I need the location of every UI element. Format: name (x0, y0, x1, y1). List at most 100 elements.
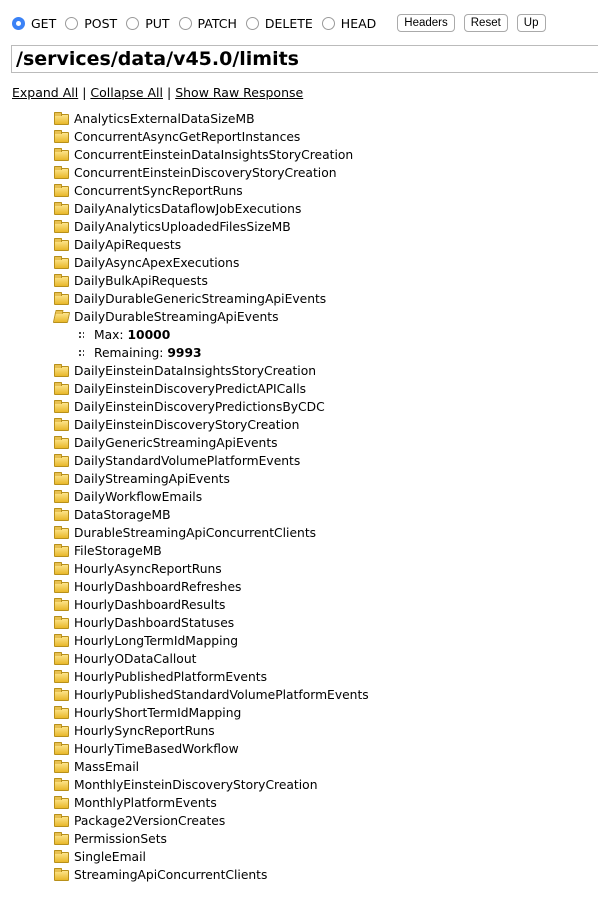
tree-node-label[interactable]: HourlyDashboardResults (74, 598, 225, 612)
tree-node-label[interactable]: HourlyDashboardStatuses (74, 616, 234, 630)
tree-node[interactable]: MonthlyEinsteinDiscoveryStoryCreation (54, 776, 369, 794)
tree-node[interactable]: DailyAnalyticsUploadedFilesSizeMB (54, 218, 369, 236)
tree-node-label[interactable]: DurableStreamingApiConcurrentClients (74, 526, 316, 540)
collapse-all-link[interactable]: Collapse All (90, 85, 163, 100)
tree-node-label[interactable]: HourlyDashboardRefreshes (74, 580, 241, 594)
reset-button[interactable]: Reset (463, 14, 508, 32)
tree-node-label[interactable]: DailyStandardVolumePlatformEvents (74, 454, 300, 468)
tree-node-label[interactable]: HourlyPublishedStandardVolumePlatformEve… (74, 688, 369, 702)
tree-node[interactable]: ConcurrentEinsteinDataInsightsStoryCreat… (54, 146, 369, 164)
tree-node-label[interactable]: DailyDurableGenericStreamingApiEvents (74, 292, 326, 306)
tree-node-label[interactable]: DailyEinsteinDiscoveryPredictionsByCDC (74, 400, 325, 414)
method-put-radio[interactable]: PUT (126, 16, 170, 31)
headers-button[interactable]: Headers (397, 14, 455, 32)
radio-button[interactable] (126, 16, 140, 30)
tree-node-label[interactable]: DailyAsyncApexExecutions (74, 256, 239, 270)
tree-node-label[interactable]: HourlyLongTermIdMapping (74, 634, 238, 648)
method-patch-radio[interactable]: PATCH (178, 16, 237, 31)
tree-node[interactable]: DailyStandardVolumePlatformEvents (54, 452, 369, 470)
tree-node[interactable]: DailyDurableGenericStreamingApiEvents (54, 290, 369, 308)
tree-node[interactable]: HourlyPublishedStandardVolumePlatformEve… (54, 686, 369, 704)
tree-node-label[interactable]: AnalyticsExternalDataSizeMB (74, 112, 255, 126)
tree-node[interactable]: DailyGenericStreamingApiEvents (54, 434, 369, 452)
tree-node[interactable]: HourlyAsyncReportRuns (54, 560, 369, 578)
tree-node-label[interactable]: StreamingApiConcurrentClients (74, 868, 267, 882)
tree-node[interactable]: DailyAsyncApexExecutions (54, 254, 369, 272)
tree-node-label[interactable]: DailyWorkflowEmails (74, 490, 202, 504)
tree-node-label[interactable]: ConcurrentEinsteinDataInsightsStoryCreat… (74, 148, 353, 162)
method-delete-radio[interactable]: DELETE (245, 16, 313, 31)
tree-node[interactable]: HourlyDashboardResults (54, 596, 369, 614)
tree-node-label[interactable]: ConcurrentEinsteinDiscoveryStoryCreation (74, 166, 337, 180)
tree-node[interactable]: DailyEinsteinDiscoveryStoryCreation (54, 416, 369, 434)
tree-node-label[interactable]: HourlyPublishedPlatformEvents (74, 670, 267, 684)
tree-node[interactable]: ConcurrentAsyncGetReportInstances (54, 128, 369, 146)
tree-node-label[interactable]: DailyEinsteinDiscoveryPredictAPICalls (74, 382, 306, 396)
tree-node[interactable]: HourlyDashboardStatuses (54, 614, 369, 632)
tree-node[interactable]: FileStorageMB (54, 542, 369, 560)
tree-node-label[interactable]: MonthlyEinsteinDiscoveryStoryCreation (74, 778, 317, 792)
tree-node[interactable]: StreamingApiConcurrentClients (54, 866, 369, 884)
tree-node-label[interactable]: DailyGenericStreamingApiEvents (74, 436, 278, 450)
tree-node[interactable]: HourlyTimeBasedWorkflow (54, 740, 369, 758)
tree-node[interactable]: HourlySyncReportRuns (54, 722, 369, 740)
up-button[interactable]: Up (516, 14, 546, 32)
tree-node-label[interactable]: ConcurrentSyncReportRuns (74, 184, 243, 198)
tree-node-label[interactable]: DailyStreamingApiEvents (74, 472, 230, 486)
tree-node-label[interactable]: DailyAnalyticsUploadedFilesSizeMB (74, 220, 291, 234)
tree-node[interactable]: MonthlyPlatformEvents (54, 794, 369, 812)
method-post-radio[interactable]: POST (65, 16, 117, 31)
tree-node-label[interactable]: ConcurrentAsyncGetReportInstances (74, 130, 300, 144)
tree-node-label[interactable]: PermissionSets (74, 832, 167, 846)
tree-node[interactable]: PermissionSets (54, 830, 369, 848)
url-input[interactable] (11, 45, 598, 73)
tree-node[interactable]: DailyApiRequests (54, 236, 369, 254)
radio-button[interactable] (65, 16, 79, 30)
expand-all-link[interactable]: Expand All (12, 85, 78, 100)
tree-node[interactable]: MassEmail (54, 758, 369, 776)
tree-node[interactable]: HourlyPublishedPlatformEvents (54, 668, 369, 686)
tree-node-label[interactable]: DailyApiRequests (74, 238, 181, 252)
tree-node-label[interactable]: MassEmail (74, 760, 139, 774)
tree-node[interactable]: HourlyShortTermIdMapping (54, 704, 369, 722)
tree-node-label[interactable]: DailyAnalyticsDataflowJobExecutions (74, 202, 301, 216)
tree-node[interactable]: SingleEmail (54, 848, 369, 866)
tree-node-label[interactable]: DataStorageMB (74, 508, 171, 522)
tree-node[interactable]: DurableStreamingApiConcurrentClients (54, 524, 369, 542)
tree-node[interactable]: DailyWorkflowEmails (54, 488, 369, 506)
show-raw-response-link[interactable]: Show Raw Response (175, 85, 303, 100)
tree-node[interactable]: DailyBulkApiRequests (54, 272, 369, 290)
method-head-radio[interactable]: HEAD (321, 16, 376, 31)
tree-node[interactable]: DailyEinsteinDiscoveryPredictAPICalls (54, 380, 369, 398)
method-get-radio[interactable]: GET (12, 16, 56, 31)
tree-node[interactable]: HourlyDashboardRefreshes (54, 578, 369, 596)
tree-node[interactable]: DailyEinsteinDiscoveryPredictionsByCDC (54, 398, 369, 416)
radio-button[interactable] (12, 16, 25, 30)
tree-node[interactable]: HourlyLongTermIdMapping (54, 632, 369, 650)
radio-button[interactable] (178, 16, 192, 30)
tree-node-label[interactable]: Package2VersionCreates (74, 814, 225, 828)
tree-node-label[interactable]: DailyDurableStreamingApiEvents (74, 310, 279, 324)
tree-node-label[interactable]: HourlySyncReportRuns (74, 724, 215, 738)
tree-node-label[interactable]: HourlyODataCallout (74, 652, 196, 666)
tree-node[interactable]: DataStorageMB (54, 506, 369, 524)
radio-button[interactable] (321, 16, 335, 30)
tree-node[interactable]: DailyDurableStreamingApiEvents (52, 308, 369, 326)
tree-node[interactable]: ConcurrentSyncReportRuns (54, 182, 369, 200)
tree-node-label[interactable]: HourlyTimeBasedWorkflow (74, 742, 239, 756)
tree-node[interactable]: DailyAnalyticsDataflowJobExecutions (54, 200, 369, 218)
tree-node-label[interactable]: DailyEinsteinDiscoveryStoryCreation (74, 418, 299, 432)
tree-node-label[interactable]: FileStorageMB (74, 544, 162, 558)
tree-node[interactable]: Package2VersionCreates (54, 812, 369, 830)
tree-node[interactable]: ConcurrentEinsteinDiscoveryStoryCreation (54, 164, 369, 182)
tree-node[interactable]: AnalyticsExternalDataSizeMB (54, 110, 369, 128)
tree-node-label[interactable]: DailyBulkApiRequests (74, 274, 208, 288)
tree-node-label[interactable]: MonthlyPlatformEvents (74, 796, 217, 810)
tree-node-label[interactable]: HourlyShortTermIdMapping (74, 706, 241, 720)
tree-node-label[interactable]: DailyEinsteinDataInsightsStoryCreation (74, 364, 316, 378)
radio-button[interactable] (245, 16, 259, 30)
tree-node[interactable]: DailyStreamingApiEvents (54, 470, 369, 488)
tree-node[interactable]: DailyEinsteinDataInsightsStoryCreation (54, 362, 369, 380)
tree-node-label[interactable]: HourlyAsyncReportRuns (74, 562, 222, 576)
tree-node-label[interactable]: SingleEmail (74, 850, 146, 864)
